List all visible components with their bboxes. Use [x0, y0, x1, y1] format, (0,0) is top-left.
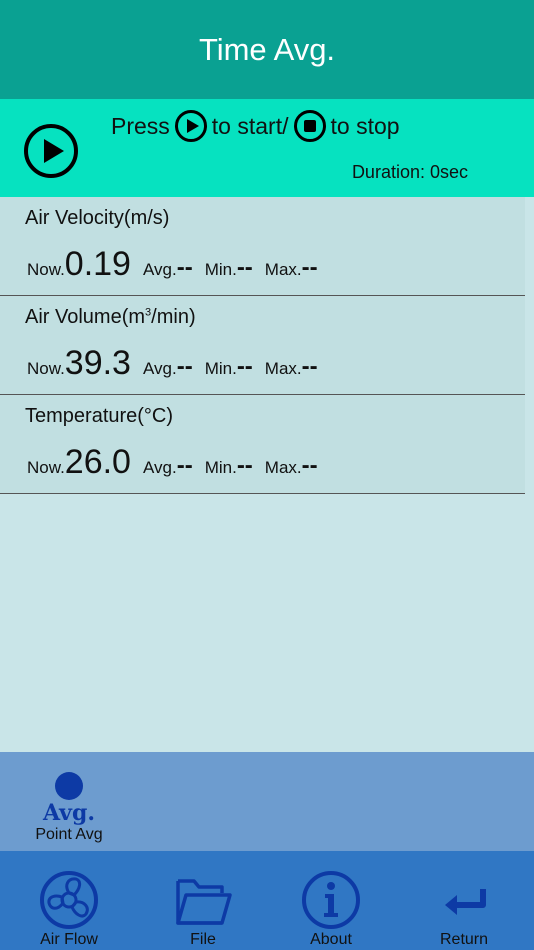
- now-label: Now.: [27, 260, 65, 279]
- min-value: --: [236, 353, 253, 380]
- avg-label: Avg.: [142, 458, 177, 477]
- instruction-start: to start/: [211, 112, 289, 139]
- avg-value: --: [176, 353, 193, 380]
- row-label-post: /min): [151, 306, 196, 328]
- tab-bar: Air Flow File About Return: [0, 851, 534, 950]
- row-values: Now. 0.19 Avg. -- Min. -- Max. --: [27, 245, 330, 284]
- row-label: Air Volume(m3/min): [25, 306, 196, 329]
- now-value: 26.0: [64, 443, 131, 481]
- instruction-press: Press: [111, 112, 170, 139]
- row-air-volume: Air Volume(m3/min) Now. 39.3 Avg. -- Min…: [0, 296, 525, 395]
- tab-air-flow[interactable]: Air Flow: [19, 869, 119, 949]
- min-value: --: [236, 254, 253, 281]
- row-values: Now. 39.3 Avg. -- Min. -- Max. --: [27, 344, 330, 383]
- min-value: --: [236, 452, 253, 479]
- instruction-text: Press to start/ to stop: [111, 110, 400, 142]
- point-dot-icon: [55, 772, 83, 800]
- tab-about[interactable]: About: [281, 869, 381, 949]
- tab-label: About: [310, 931, 352, 948]
- now-value: 0.19: [64, 245, 131, 283]
- max-label: Max.: [264, 260, 302, 279]
- folder-icon: [176, 879, 232, 925]
- row-label: Air Velocity(m/s): [25, 207, 170, 229]
- row-temperature: Temperature(°C) Now. 26.0 Avg. -- Min. -…: [0, 395, 525, 494]
- avg-value: --: [176, 452, 193, 479]
- return-arrow-icon: [445, 889, 486, 915]
- header-bar: Time Avg.: [0, 0, 534, 99]
- max-value: --: [301, 452, 318, 479]
- mode-bar: Avg. Point Avg: [0, 752, 534, 851]
- row-label: Temperature(°C): [25, 405, 174, 427]
- min-label: Min.: [204, 458, 237, 477]
- max-label: Max.: [264, 458, 302, 477]
- max-value: --: [301, 254, 318, 281]
- row-values: Now. 26.0 Avg. -- Min. -- Max. --: [27, 443, 330, 482]
- avg-icon-text: Avg.: [42, 800, 95, 826]
- row-air-velocity: Air Velocity(m/s) Now. 0.19 Avg. -- Min.…: [0, 197, 525, 296]
- measurement-list: Air Velocity(m/s) Now. 0.19 Avg. -- Min.…: [0, 197, 525, 494]
- avg-label: Avg.: [142, 359, 177, 378]
- tab-return[interactable]: Return: [414, 869, 514, 949]
- now-label: Now.: [27, 458, 65, 477]
- row-label-pre: Air Volume(m: [25, 306, 146, 328]
- point-avg-button[interactable]: Avg. Point Avg: [24, 772, 114, 844]
- min-label: Min.: [204, 359, 237, 378]
- point-avg-label: Point Avg: [35, 826, 103, 843]
- play-icon: [174, 110, 207, 142]
- avg-label: Avg.: [142, 260, 177, 279]
- start-play-button[interactable]: [24, 124, 78, 178]
- avg-value: --: [176, 254, 193, 281]
- duration-label: Duration: 0sec: [351, 162, 468, 182]
- tab-label: File: [190, 931, 216, 948]
- control-panel: Press to start/ to stop Duration: 0sec: [0, 99, 534, 197]
- info-icon: [302, 871, 360, 929]
- now-value: 39.3: [64, 344, 131, 382]
- tab-label: Air Flow: [40, 931, 98, 948]
- tab-label: Return: [439, 931, 489, 948]
- now-label: Now.: [27, 359, 65, 378]
- instruction-stop: to stop: [330, 112, 400, 139]
- tab-file[interactable]: File: [153, 869, 253, 949]
- fan-icon: [40, 871, 98, 929]
- page-title: Time Avg.: [198, 31, 336, 67]
- min-label: Min.: [204, 260, 237, 279]
- max-value: --: [301, 353, 318, 380]
- max-label: Max.: [264, 359, 302, 378]
- stop-icon: [293, 110, 326, 142]
